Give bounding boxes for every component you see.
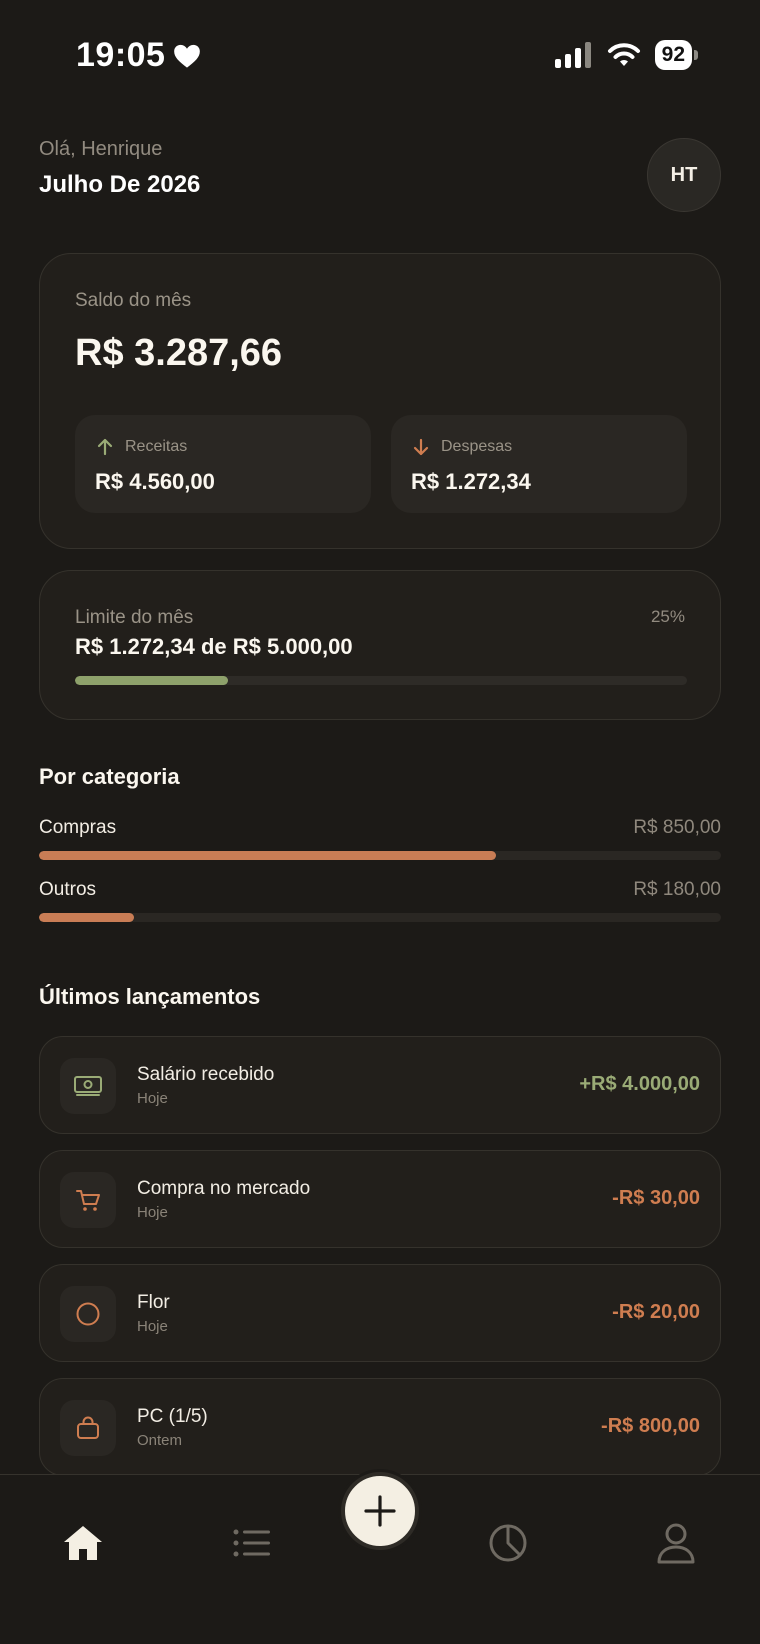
balance-label: Saldo do mês [75,290,192,311]
money-icon [60,1058,116,1114]
heart-icon [174,44,201,68]
nav-profile[interactable] [646,1513,706,1573]
category-amount: R$ 180,00 [633,879,721,900]
transaction-amount: -R$ 30,00 [612,1187,700,1209]
transaction-date: Hoje [137,1204,168,1221]
transaction-item[interactable]: Compra no mercado Hoje -R$ 30,00 [39,1150,721,1248]
nav-reports[interactable] [478,1513,538,1573]
income-summary[interactable]: Receitas R$ 4.560,00 [75,415,371,513]
category-name: Outros [39,879,97,900]
transaction-title: Salário recebido [137,1064,275,1085]
battery-indicator: 92 [654,40,698,70]
status-bar: 19:05 92 [0,0,760,110]
transaction-amount: -R$ 20,00 [612,1301,700,1323]
transaction-title: Flor [137,1292,170,1313]
transaction-item[interactable]: Salário recebido Hoje +R$ 4.000,00 [39,1036,721,1134]
category-progress-track [39,913,721,922]
pie-chart-icon [489,1524,527,1562]
signal-icon [554,42,591,68]
transaction-date: Hoje [137,1318,168,1335]
transaction-title: Compra no mercado [137,1178,311,1199]
shopping-bag-icon [60,1400,116,1456]
add-transaction-button[interactable] [341,1472,419,1550]
balance-value: R$ 3.287,66 [75,332,283,374]
category-progress-fill [39,851,496,860]
limit-progress-track [75,676,687,685]
category-row[interactable]: Outros R$ 180,00 [39,879,721,929]
balance-card: Saldo do mês R$ 3.287,66 Receitas R$ 4.5… [39,253,721,549]
transactions-title: Últimos lançamentos [39,984,261,1009]
battery-level: 92 [654,40,692,70]
limit-value: R$ 1.272,34 de R$ 5.000,00 [75,634,353,659]
nav-transactions[interactable] [222,1513,282,1573]
expense-label: Despesas [441,438,513,455]
header: Olá, Henrique Julho De 2026 HT [39,138,721,212]
transaction-date: Hoje [137,1090,168,1107]
plus-icon [364,1495,396,1527]
limit-card[interactable]: Limite do mês 25% R$ 1.272,34 de R$ 5.00… [39,570,721,720]
category-progress-fill [39,913,135,922]
arrow-up-icon [97,438,113,456]
avatar[interactable]: HT [647,138,721,212]
status-time-text: 19:05 [76,36,166,74]
circle-icon [60,1286,116,1342]
home-icon [64,1526,102,1560]
categories-title: Por categoria [39,764,180,789]
expense-value: R$ 1.272,34 [411,469,531,494]
status-icons: 92 [554,40,698,70]
expense-header: Despesas [411,437,512,457]
greeting-text: Olá, Henrique [39,138,163,160]
transaction-amount: +R$ 4.000,00 [579,1073,700,1095]
limit-progress-fill [75,676,228,685]
category-row[interactable]: Compras R$ 850,00 [39,817,721,867]
transaction-item[interactable]: Flor Hoje -R$ 20,00 [39,1264,721,1362]
income-header: Receitas [95,437,187,457]
user-icon [657,1523,695,1564]
category-progress-track [39,851,721,860]
nav-home[interactable] [53,1513,113,1573]
transaction-amount: -R$ 800,00 [601,1415,700,1437]
expense-summary[interactable]: Despesas R$ 1.272,34 [391,415,687,513]
month-title[interactable]: Julho De 2026 [39,171,721,199]
income-label: Receitas [125,438,188,455]
list-icon [233,1529,270,1557]
cart-icon [60,1172,116,1228]
category-name: Compras [39,817,117,838]
limit-percent: 25% [650,607,685,626]
status-time: 19:05 [76,36,201,75]
limit-label: Limite do mês [75,607,194,628]
transaction-date: Ontem [137,1432,183,1449]
transaction-title: PC (1/5) [137,1406,208,1427]
arrow-down-icon [413,438,429,456]
category-amount: R$ 850,00 [633,817,721,838]
battery-tip [694,50,698,60]
income-value: R$ 4.560,00 [95,469,215,494]
transaction-item[interactable]: PC (1/5) Ontem -R$ 800,00 [39,1378,721,1476]
wifi-icon [607,43,640,66]
